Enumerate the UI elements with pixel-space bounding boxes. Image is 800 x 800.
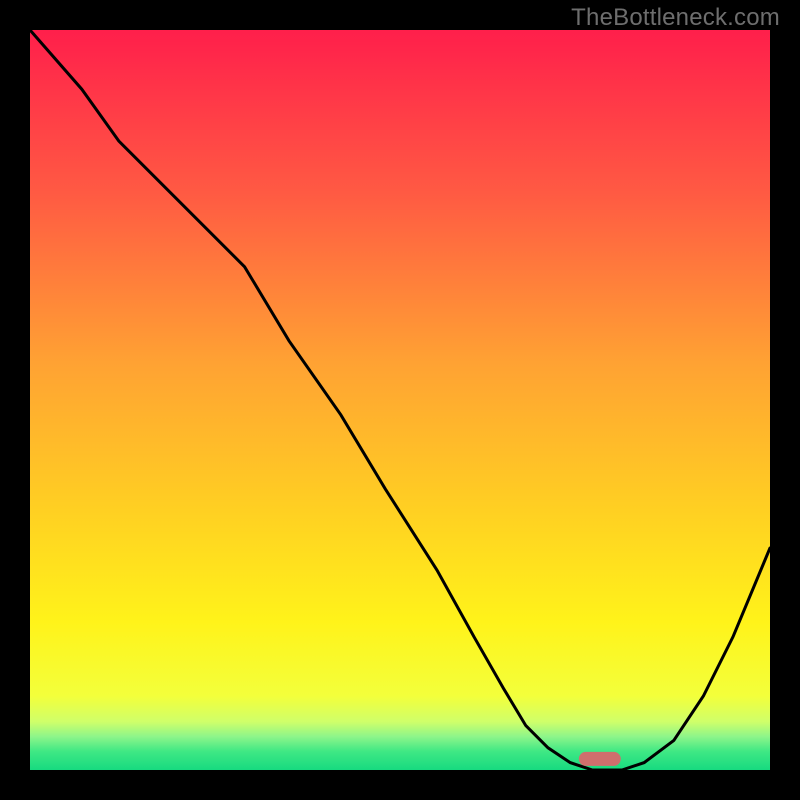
chart-frame: TheBottleneck.com <box>0 0 800 800</box>
plot-background <box>30 30 770 770</box>
bottleneck-chart <box>0 0 800 800</box>
watermark-label: TheBottleneck.com <box>571 4 780 32</box>
optimal-marker <box>579 752 621 766</box>
